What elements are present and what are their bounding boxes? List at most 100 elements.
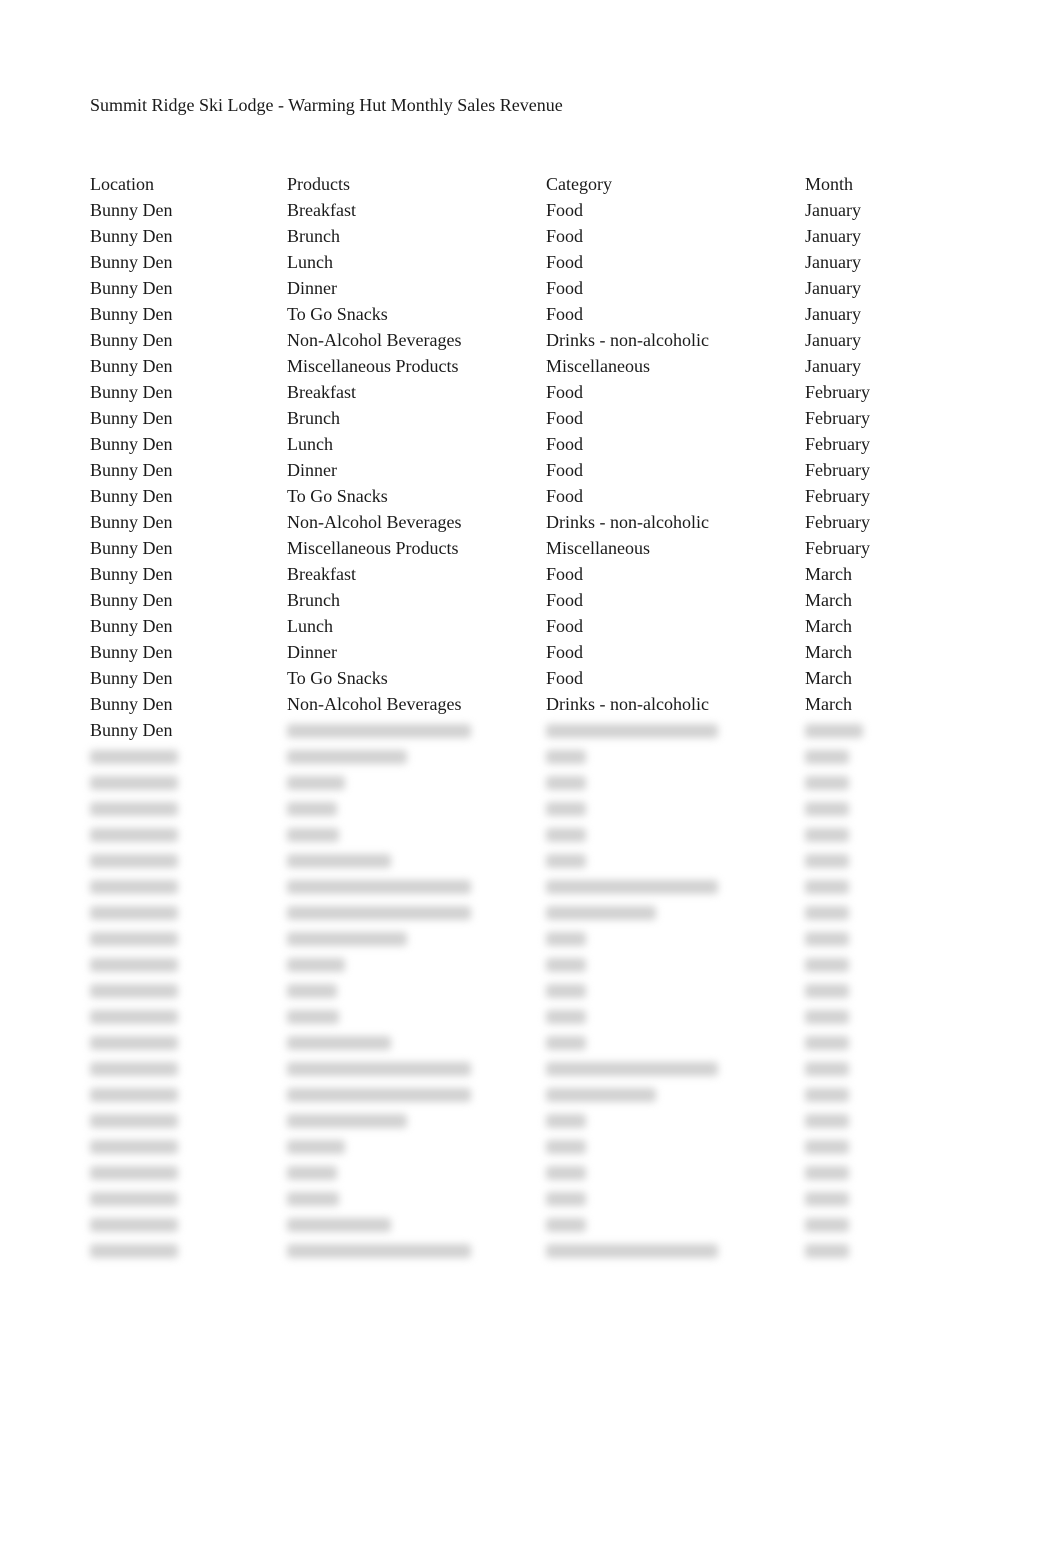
cell-product: Breakfast bbox=[287, 382, 356, 402]
cell-category: Food bbox=[546, 486, 584, 506]
cell-location: Bunny Den bbox=[90, 512, 173, 532]
cell-location: Bunny Den bbox=[90, 642, 173, 662]
header-category: Category bbox=[546, 174, 612, 194]
cell-location: Bunny Den bbox=[90, 460, 173, 480]
obscured-cell bbox=[546, 1244, 718, 1258]
obscured-cell bbox=[546, 1010, 586, 1024]
obscured-cell bbox=[805, 906, 849, 920]
cell-month: February bbox=[805, 538, 870, 558]
cell-product: Breakfast bbox=[287, 200, 356, 220]
obscured-cell bbox=[90, 750, 178, 764]
cell-category: Miscellaneous bbox=[546, 356, 650, 376]
obscured-cell bbox=[287, 1140, 345, 1154]
obscured-cell bbox=[546, 906, 656, 920]
cell-product: To Go Snacks bbox=[287, 486, 388, 506]
obscured-cell bbox=[90, 880, 178, 894]
obscured-cell bbox=[546, 1036, 586, 1050]
cell-location: Bunny Den bbox=[90, 590, 173, 610]
obscured-cell bbox=[90, 1166, 178, 1180]
obscured-cell bbox=[90, 1010, 178, 1024]
cell-category: Food bbox=[546, 304, 584, 324]
obscured-cell bbox=[287, 906, 471, 920]
cell-month: February bbox=[805, 382, 870, 402]
obscured-cell bbox=[805, 1244, 849, 1258]
cell-product: Miscellaneous Products bbox=[287, 356, 459, 376]
obscured-cell bbox=[546, 802, 586, 816]
cell-product: Brunch bbox=[287, 590, 340, 610]
cell-location: Bunny Den bbox=[90, 486, 173, 506]
obscured-cell bbox=[805, 776, 849, 790]
obscured-cell bbox=[287, 750, 407, 764]
obscured-cell bbox=[90, 1140, 178, 1154]
obscured-cell bbox=[287, 1166, 337, 1180]
obscured-cell bbox=[546, 880, 718, 894]
cell-product: Brunch bbox=[287, 226, 340, 246]
obscured-cell bbox=[90, 984, 178, 998]
cell-location: Bunny Den bbox=[90, 252, 173, 272]
cell-location: Bunny Den bbox=[90, 564, 173, 584]
obscured-cell bbox=[546, 1166, 586, 1180]
cell-category: Food bbox=[546, 616, 584, 636]
obscured-cell bbox=[287, 1114, 407, 1128]
obscured-cell bbox=[90, 1244, 178, 1258]
cell-category: Food bbox=[546, 642, 584, 662]
cell-location: Bunny Den bbox=[90, 356, 173, 376]
obscured-cell bbox=[546, 958, 586, 972]
obscured-cell bbox=[805, 1062, 849, 1076]
cell-location: Bunny Den bbox=[90, 616, 173, 636]
cell-category: Food bbox=[546, 590, 584, 610]
obscured-cell bbox=[287, 1192, 339, 1206]
obscured-cell bbox=[90, 776, 178, 790]
cell-location: Bunny Den bbox=[90, 382, 173, 402]
cell-month: March bbox=[805, 668, 852, 688]
cell-category: Food bbox=[546, 252, 584, 272]
cell-month: January bbox=[805, 330, 861, 350]
header-month: Month bbox=[805, 174, 854, 194]
obscured-cell bbox=[805, 958, 849, 972]
obscured-cell bbox=[287, 1218, 391, 1232]
cell-product: Non-Alcohol Beverages bbox=[287, 512, 462, 532]
cell-month: February bbox=[805, 408, 870, 428]
cell-month: March bbox=[805, 616, 852, 636]
obscured-cell bbox=[805, 1140, 849, 1154]
cell-category: Drinks - non-alcoholic bbox=[546, 330, 709, 350]
obscured-cell bbox=[90, 958, 178, 972]
obscured-cell bbox=[546, 1218, 586, 1232]
cell-product: Miscellaneous Products bbox=[287, 538, 459, 558]
obscured-cell bbox=[90, 802, 178, 816]
cell-product: Lunch bbox=[287, 616, 333, 636]
obscured-cell bbox=[287, 880, 471, 894]
obscured-cell bbox=[546, 1192, 586, 1206]
obscured-cell bbox=[805, 1166, 849, 1180]
obscured-cell bbox=[90, 932, 178, 946]
obscured-cell bbox=[805, 1010, 849, 1024]
obscured-cell bbox=[287, 1062, 471, 1076]
cell-category: Drinks - non-alcoholic bbox=[546, 512, 709, 532]
obscured-cell bbox=[805, 932, 849, 946]
obscured-cell bbox=[90, 1114, 178, 1128]
cell-location: Bunny Den bbox=[90, 226, 173, 246]
cell-product: To Go Snacks bbox=[287, 668, 388, 688]
header-products: Products bbox=[287, 174, 350, 194]
cell-location: Bunny Den bbox=[90, 668, 173, 688]
obscured-cell bbox=[90, 1062, 178, 1076]
cell-category: Food bbox=[546, 668, 584, 688]
cell-category: Miscellaneous bbox=[546, 538, 650, 558]
document-title: Summit Ridge Ski Lodge - Warming Hut Mon… bbox=[90, 95, 563, 115]
obscured-cell bbox=[287, 1088, 471, 1102]
cell-category: Food bbox=[546, 408, 584, 428]
obscured-cell bbox=[805, 1192, 849, 1206]
obscured-cell bbox=[90, 1218, 178, 1232]
obscured-cell bbox=[546, 1062, 718, 1076]
cell-product: Lunch bbox=[287, 434, 333, 454]
cell-month: January bbox=[805, 278, 861, 298]
cell-month: March bbox=[805, 694, 852, 714]
obscured-cell bbox=[546, 984, 586, 998]
obscured-cell bbox=[90, 1088, 178, 1102]
obscured-cell bbox=[90, 1192, 178, 1206]
cell-category: Food bbox=[546, 226, 584, 246]
cell-category: Food bbox=[546, 278, 584, 298]
cell-month: January bbox=[805, 356, 861, 376]
cell-product: Dinner bbox=[287, 460, 337, 480]
obscured-cell bbox=[287, 776, 345, 790]
